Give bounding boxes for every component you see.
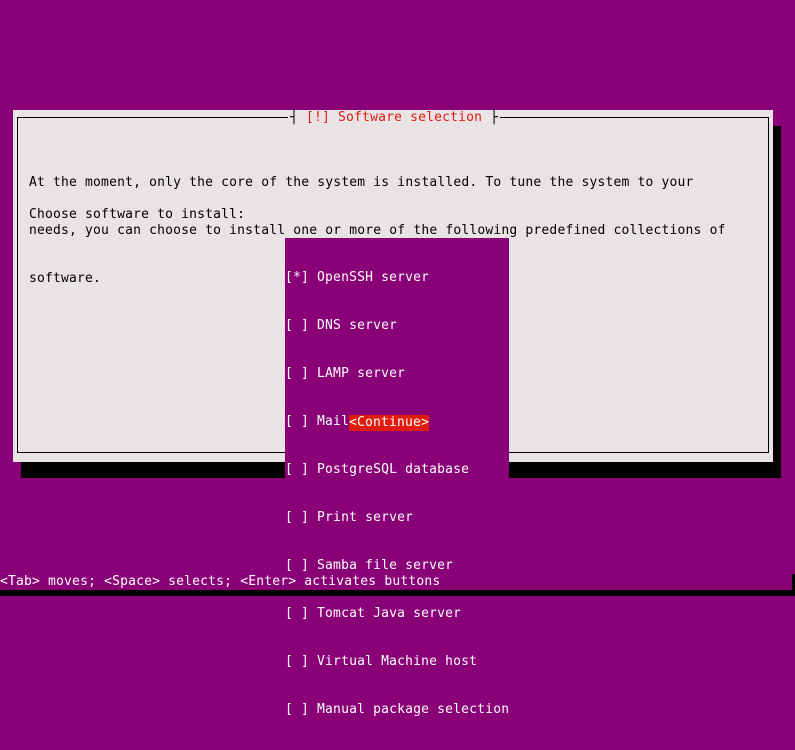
intro-line: At the moment, only the core of the syst…	[29, 175, 694, 190]
item-label: LAMP server	[317, 366, 406, 381]
checkbox[interactable]: [ ]	[285, 510, 309, 525]
dialog-title: ┤ [!] Software selection ├	[288, 110, 501, 126]
item-label: Print server	[317, 510, 414, 525]
checkbox[interactable]: [ ]	[285, 654, 309, 669]
software-checklist[interactable]: [*] OpenSSH server [ ] DNS server [ ] LA…	[285, 238, 509, 750]
checkbox[interactable]: [ ]	[285, 462, 309, 477]
item-label: Manual package selection	[317, 702, 510, 717]
checklist-item-lamp[interactable]: [ ] LAMP server	[285, 366, 509, 382]
item-label: PostgreSQL database	[317, 462, 470, 477]
checkbox[interactable]: [ ]	[285, 606, 309, 621]
item-label: DNS server	[317, 318, 398, 333]
checkbox[interactable]: [ ]	[285, 318, 309, 333]
keyboard-help-statusbar: <Tab> moves; <Space> selects; <Enter> ac…	[0, 574, 441, 589]
item-label: Virtual Machine host	[317, 654, 478, 669]
prompt-label: Choose software to install:	[29, 207, 246, 222]
checklist-item-samba[interactable]: [ ] Samba file server	[285, 558, 509, 574]
checkbox[interactable]: [ ]	[285, 366, 309, 381]
software-selection-dialog: ┤ [!] Software selection ├ At the moment…	[13, 110, 773, 750]
item-label: Tomcat Java server	[317, 606, 462, 621]
intro-line: needs, you can choose to install one or …	[29, 223, 726, 238]
checkbox[interactable]: [ ]	[285, 702, 309, 717]
continue-button[interactable]: <Continue>	[349, 415, 430, 431]
bottom-band	[0, 590, 795, 596]
checkbox[interactable]: [ ]	[285, 414, 309, 429]
checklist-item-manual[interactable]: [ ] Manual package selection	[285, 702, 509, 718]
checklist-item-vm-host[interactable]: [ ] Virtual Machine host	[285, 654, 509, 670]
checklist-item-postgresql[interactable]: [ ] PostgreSQL database	[285, 462, 509, 478]
checklist-item-tomcat[interactable]: [ ] Tomcat Java server	[285, 606, 509, 622]
checklist-item-print[interactable]: [ ] Print server	[285, 510, 509, 526]
item-label: Samba file server	[317, 558, 454, 573]
dialog-title-text: [!] Software selection	[306, 110, 483, 125]
checkbox[interactable]: [*]	[285, 270, 309, 285]
checklist-item-dns[interactable]: [ ] DNS server	[285, 318, 509, 334]
item-label: OpenSSH server	[317, 270, 430, 285]
checkbox[interactable]: [ ]	[285, 558, 309, 573]
dialog-shadow-right	[773, 126, 781, 478]
checklist-item-openssh[interactable]: [*] OpenSSH server	[285, 270, 509, 286]
